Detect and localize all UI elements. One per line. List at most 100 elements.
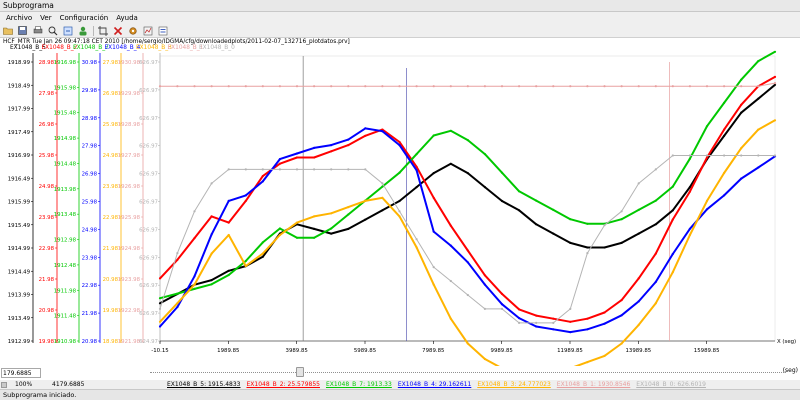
menu-ver[interactable]: Ver: [36, 12, 55, 24]
series-point-5: [740, 85, 743, 88]
series-point-2: [466, 139, 469, 142]
axis-orange-tick-label: 24.98: [103, 153, 119, 159]
series-point-2: [518, 190, 521, 193]
scroll-value-field[interactable]: 179.6885: [1, 368, 41, 378]
series-point-6: [603, 224, 606, 227]
series-point-0: [483, 186, 486, 189]
axis-blue-tick-label: 26.98: [82, 172, 98, 178]
series-point-4: [415, 246, 418, 249]
x-axis-label: X (seg): [777, 339, 796, 345]
series-point-3: [518, 317, 521, 320]
series-point-4: [193, 283, 196, 286]
series-point-2: [688, 157, 692, 160]
series-point-4: [603, 354, 606, 357]
series-point-3: [483, 283, 486, 286]
x-tick-label-2: 3989.85: [286, 348, 308, 354]
series-point-0: [330, 232, 333, 235]
series-point-5: [330, 85, 333, 88]
series-point-6: [620, 210, 623, 213]
legend-top-6: EX1048_B_0: [199, 45, 235, 51]
series-point-5: [278, 85, 281, 88]
series-point-3: [500, 303, 504, 306]
series-point-1: [158, 277, 162, 280]
series-point-1: [398, 140, 401, 144]
export-icon[interactable]: [142, 25, 153, 36]
series-point-6: [227, 168, 230, 171]
crop-icon[interactable]: [97, 25, 108, 36]
axis-black-tick-label: 1917.99: [8, 107, 31, 113]
series-point-3: [569, 331, 572, 334]
series-point-3: [552, 328, 555, 331]
series-point-6: [158, 307, 162, 310]
series-point-1: [483, 274, 486, 277]
axis-black-tick-label: 1914.99: [8, 246, 31, 252]
series-point-4: [466, 342, 469, 345]
print-icon[interactable]: [32, 25, 43, 36]
x-tick-label-5: 9989.85: [491, 348, 513, 354]
zoom-fit-icon[interactable]: [62, 25, 73, 36]
series-point-2: [723, 101, 726, 104]
series-point-0: [552, 232, 555, 235]
zoom-in-icon[interactable]: [47, 25, 58, 36]
series-point-1: [740, 103, 743, 106]
zoom-indicator-icon: [1, 381, 7, 388]
menu-archivo[interactable]: Archivo: [2, 12, 36, 24]
axis-black-tick-label: 1918.49: [8, 83, 31, 89]
series-point-1: [705, 156, 709, 159]
series-point-3: [330, 144, 333, 147]
axis-pink-tick-label: 1921.98: [118, 339, 141, 345]
series-point-5: [705, 85, 709, 88]
series-point-5: [244, 85, 247, 88]
axis-red-tick-label: 21.98: [39, 277, 55, 283]
series-point-5: [757, 85, 760, 88]
menu-ayuda[interactable]: Ayuda: [112, 12, 142, 24]
series-point-2: [569, 218, 572, 221]
axis-orange-tick-label: 23.98: [103, 184, 119, 190]
axis-blue-tick-label: 27.98: [82, 144, 98, 150]
series-point-0: [620, 241, 623, 244]
series-point-6: [654, 168, 657, 171]
save-icon[interactable]: [17, 25, 28, 36]
series-point-0: [449, 162, 452, 165]
clear-icon[interactable]: [112, 25, 123, 36]
series-point-1: [535, 314, 538, 317]
series-point-3: [535, 325, 538, 328]
help-icon[interactable]: [157, 25, 168, 36]
series-point-1: [330, 150, 333, 153]
plot-panel[interactable]: HCF_MTR Tue Jan 26 09:47:18 CET 2010 [/h…: [0, 38, 800, 366]
series-point-4: [364, 199, 367, 202]
series-point-2: [295, 236, 299, 239]
series-point-3: [654, 280, 657, 283]
window-titlebar: Subprograma: [0, 0, 800, 12]
series-point-0: [432, 172, 435, 175]
series-point-0: [671, 209, 674, 212]
open-icon[interactable]: [2, 25, 13, 36]
series-point-6: [398, 210, 401, 213]
user-icon[interactable]: [77, 25, 88, 36]
axis-red-tick-label: 27.98: [39, 91, 55, 97]
axis-blue-tick-label: 24.98: [82, 227, 98, 233]
series-point-6: [740, 154, 743, 157]
axis-blue-tick-label: 23.98: [82, 255, 98, 261]
cursor-position: 4179.6885: [52, 381, 85, 388]
series-point-1: [278, 162, 281, 165]
series-point-5: [313, 85, 316, 88]
series-point-2: [313, 236, 316, 239]
axis-orange-tick-label: 18.98: [103, 339, 119, 345]
series-point-2: [244, 259, 247, 263]
series-point-1: [449, 224, 452, 227]
axis-green-tick-label: 1911.48: [54, 314, 77, 320]
series-point-1: [518, 308, 521, 311]
series-point-4: [330, 212, 333, 215]
settings-icon[interactable]: [127, 25, 138, 36]
series-point-1: [637, 277, 640, 280]
multi-axis-chart[interactable]: HCF_MTR Tue Jan 26 09:47:18 CET 2010 [/h…: [0, 38, 800, 366]
time-slider-thumb[interactable]: [296, 367, 304, 377]
series-point-3: [381, 130, 384, 133]
series-value-3: EX1048_B_4: 29.162611: [397, 381, 472, 388]
series-point-0: [261, 255, 264, 258]
menu-configuracion[interactable]: Configuración: [56, 12, 113, 24]
time-slider-track[interactable]: [150, 372, 786, 373]
series-point-6: [723, 154, 726, 157]
axis-orange-tick-label: 19.98: [103, 308, 119, 314]
